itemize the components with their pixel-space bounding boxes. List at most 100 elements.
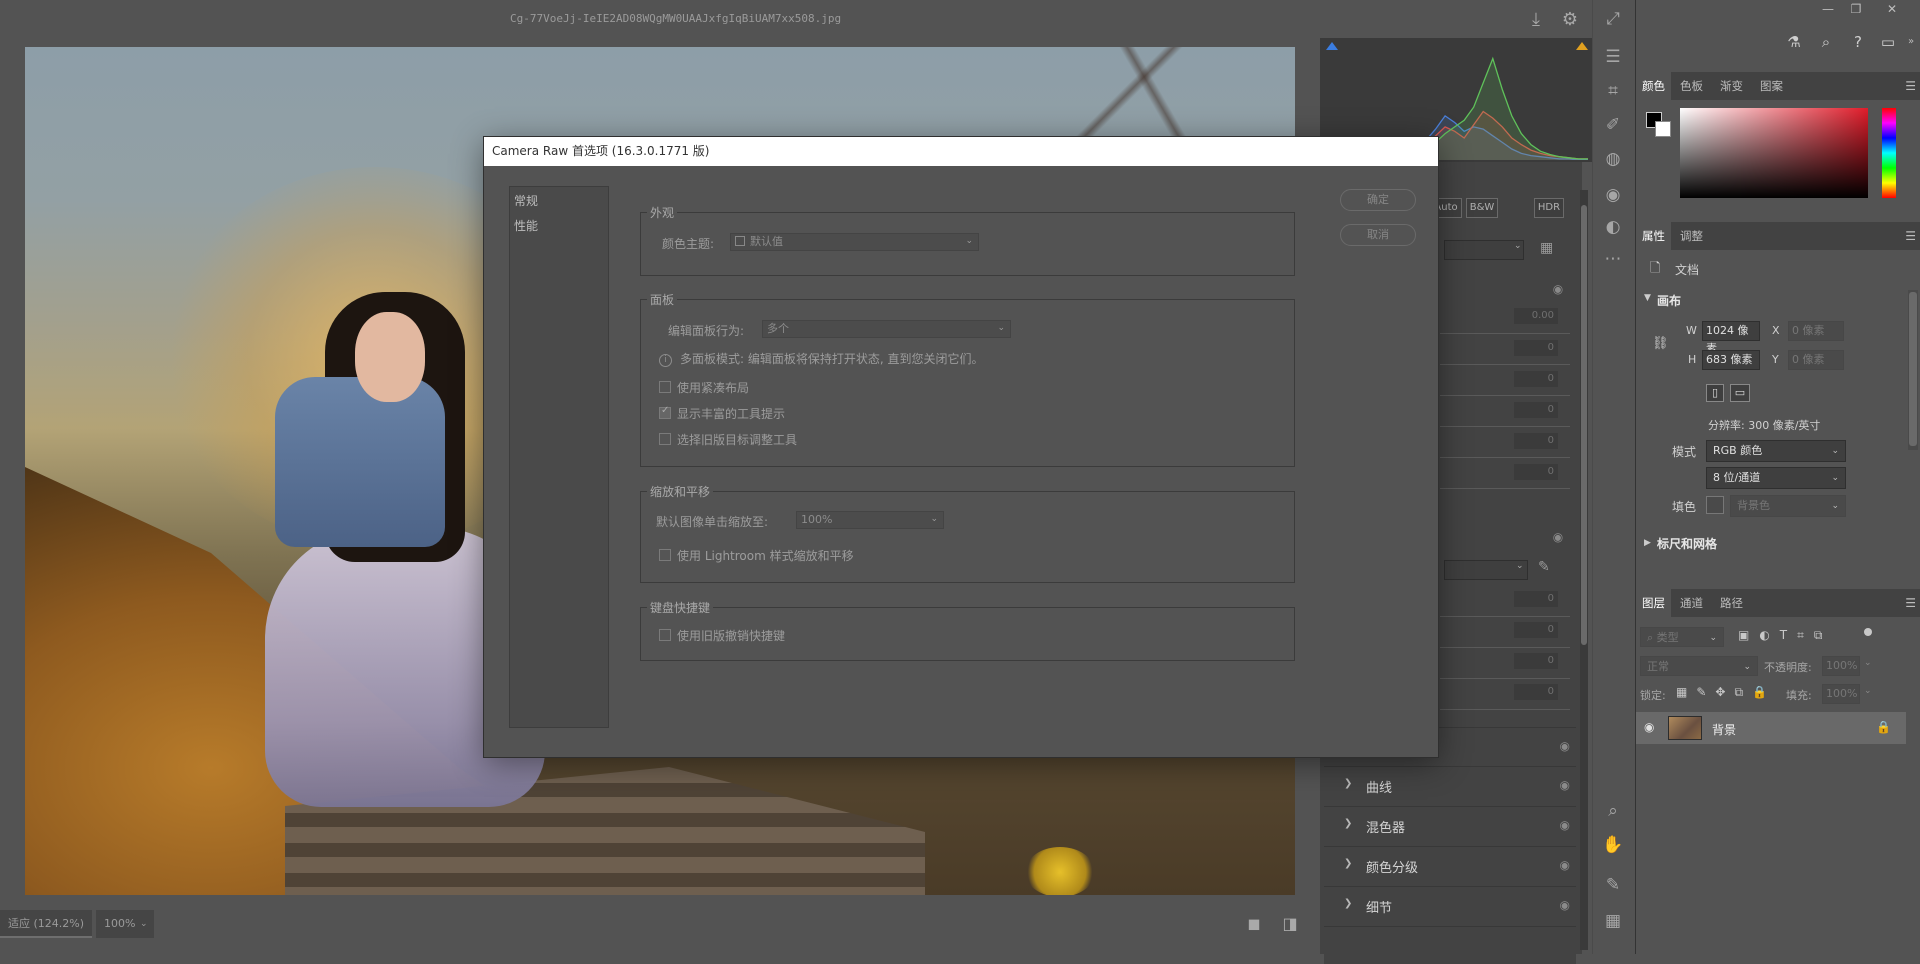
blend-mode-select[interactable]: 正常 ⌄: [1640, 656, 1758, 676]
mask-icon[interactable]: ◍: [1600, 146, 1626, 172]
zoom-icon[interactable]: ⌕: [1600, 798, 1626, 824]
tab-gradients[interactable]: 渐变: [1714, 72, 1749, 100]
hdr-button[interactable]: HDR: [1534, 198, 1564, 218]
chevron-down-icon[interactable]: ⌄: [1864, 658, 1872, 668]
red-eye-icon[interactable]: ◉: [1600, 182, 1626, 208]
eye-icon[interactable]: ◉: [1560, 739, 1570, 753]
restore-icon[interactable]: ❐: [1842, 0, 1870, 18]
profile-browser-icon[interactable]: ▦: [1540, 240, 1553, 256]
chevron-down-icon[interactable]: ⌄: [1864, 686, 1872, 696]
slider-value[interactable]: 0: [1514, 402, 1558, 418]
slider-value[interactable]: 0: [1514, 591, 1558, 607]
slider-track[interactable]: [1440, 426, 1570, 427]
bit-depth-select[interactable]: 8 位/通道 ⌄: [1706, 467, 1846, 489]
fill-color-swatch[interactable]: [1706, 496, 1724, 514]
edit-sliders-icon[interactable]: ☰: [1600, 44, 1626, 70]
settings-gear-icon[interactable]: ⚙: [1558, 8, 1582, 32]
canvas-section-header[interactable]: 画布: [1657, 292, 1681, 309]
eye-icon[interactable]: ◉: [1560, 818, 1570, 832]
lightroom-zoom-checkbox[interactable]: [659, 549, 671, 561]
link-icon[interactable]: ⛓: [1652, 336, 1669, 351]
search-icon[interactable]: ⌕: [1814, 30, 1838, 54]
scrollbar-thumb[interactable]: [1581, 205, 1587, 645]
filter-toggle-icon[interactable]: [1864, 628, 1872, 636]
single-view-icon[interactable]: ◼: [1242, 912, 1266, 936]
close-icon[interactable]: ✕: [1878, 0, 1906, 18]
minimize-icon[interactable]: —: [1814, 0, 1842, 18]
slider-value[interactable]: 0: [1514, 433, 1558, 449]
slider-value[interactable]: 0: [1514, 371, 1558, 387]
layer-filter-icons[interactable]: ▣◐T⌗⧉: [1738, 628, 1832, 643]
tab-layers[interactable]: 图层: [1636, 589, 1671, 617]
tab-channels[interactable]: 通道: [1674, 589, 1709, 617]
eyedropper-icon[interactable]: ✎: [1538, 559, 1550, 575]
flask-icon[interactable]: ⚗: [1782, 30, 1806, 54]
slider-track[interactable]: [1440, 364, 1570, 365]
slider-value[interactable]: 0: [1514, 684, 1558, 700]
panel-menu-icon[interactable]: ☰: [1905, 596, 1916, 610]
expand-icon[interactable]: ⤢: [1600, 6, 1626, 32]
tab-properties[interactable]: 属性: [1636, 222, 1671, 250]
legacy-undo-checkbox[interactable]: [659, 629, 671, 641]
slider-track[interactable]: [1440, 457, 1570, 458]
cancel-button[interactable]: 取消: [1340, 224, 1416, 246]
slider-track[interactable]: [1440, 395, 1570, 396]
tab-color[interactable]: 颜色: [1636, 72, 1671, 100]
lock-icons[interactable]: ▦✎✥⧉🔒: [1676, 685, 1776, 700]
more-icon[interactable]: ⋯: [1600, 246, 1626, 272]
eye-icon[interactable]: ◉: [1550, 529, 1566, 545]
tab-patterns[interactable]: 图案: [1754, 72, 1789, 100]
bw-button[interactable]: B&W: [1466, 198, 1498, 218]
legacy-tat-checkbox[interactable]: [659, 433, 671, 445]
layer-filter-select[interactable]: ⌕ 类型 ⌄: [1640, 627, 1724, 647]
slider-value[interactable]: 0: [1514, 340, 1558, 356]
rulers-section-header[interactable]: 标尺和网格: [1657, 535, 1717, 552]
sampler-icon[interactable]: ✎: [1600, 872, 1626, 898]
slider-track[interactable]: [1440, 678, 1570, 679]
layer-thumbnail[interactable]: [1668, 716, 1702, 740]
section-curves[interactable]: ❯ 曲线 ◉: [1324, 766, 1576, 804]
slider-value[interactable]: 0: [1514, 464, 1558, 480]
chevron-right-icon[interactable]: ▶: [1644, 538, 1651, 548]
default-zoom-select[interactable]: 100% ⌄: [796, 511, 944, 529]
height-input[interactable]: 683 像素: [1702, 350, 1760, 370]
panel-collapse-icon[interactable]: »: [1908, 36, 1914, 47]
before-after-icon[interactable]: ◨: [1278, 912, 1302, 936]
slider-track[interactable]: [1440, 333, 1570, 334]
scrollbar-thumb[interactable]: [1909, 292, 1917, 446]
eye-icon[interactable]: ◉: [1560, 778, 1570, 792]
shadow-clipping-icon[interactable]: [1326, 42, 1338, 50]
slider-track[interactable]: [1440, 647, 1570, 648]
fill-opacity-input[interactable]: 100%: [1822, 684, 1860, 704]
slider-value[interactable]: 0: [1514, 622, 1558, 638]
help-icon[interactable]: ?: [1846, 30, 1870, 54]
section-detail[interactable]: ❯ 细节 ◉: [1324, 886, 1576, 924]
x-input[interactable]: 0 像素: [1788, 321, 1844, 341]
theme-select[interactable]: 默认值 ⌄: [730, 233, 979, 251]
visibility-eye-icon[interactable]: ◉: [1644, 720, 1654, 734]
slider-value[interactable]: 0.00: [1514, 308, 1558, 324]
panel-menu-icon[interactable]: ☰: [1905, 229, 1916, 243]
y-input[interactable]: 0 像素: [1788, 350, 1844, 370]
zoom-fit-button[interactable]: 适应 (124.2%): [0, 910, 92, 938]
eye-icon[interactable]: ◉: [1560, 898, 1570, 912]
panel-behavior-select[interactable]: 多个 ⌄: [762, 320, 1011, 338]
hue-slider[interactable]: [1882, 108, 1896, 198]
color-field[interactable]: [1680, 108, 1868, 198]
healing-brush-icon[interactable]: ✐: [1600, 112, 1626, 138]
crop-icon[interactable]: ⌗: [1600, 78, 1626, 104]
save-icon[interactable]: ⤓: [1524, 8, 1548, 32]
ok-button[interactable]: 确定: [1340, 189, 1416, 211]
compact-layout-checkbox[interactable]: [659, 381, 671, 393]
profile-select[interactable]: [1444, 240, 1524, 260]
tab-adjustments[interactable]: 调整: [1674, 222, 1709, 250]
nav-item-performance[interactable]: 性能: [514, 217, 538, 234]
slider-track[interactable]: [1440, 488, 1570, 489]
width-input[interactable]: 1024 像素: [1702, 321, 1760, 355]
tab-swatches[interactable]: 色板: [1674, 72, 1709, 100]
portrait-orientation-icon[interactable]: ▯: [1706, 384, 1724, 402]
color-mode-select[interactable]: RGB 颜色 ⌄: [1706, 440, 1846, 462]
panel-menu-icon[interactable]: ☰: [1905, 79, 1916, 93]
eye-icon[interactable]: ◉: [1560, 858, 1570, 872]
chevron-down-icon[interactable]: ▼: [1644, 293, 1651, 303]
